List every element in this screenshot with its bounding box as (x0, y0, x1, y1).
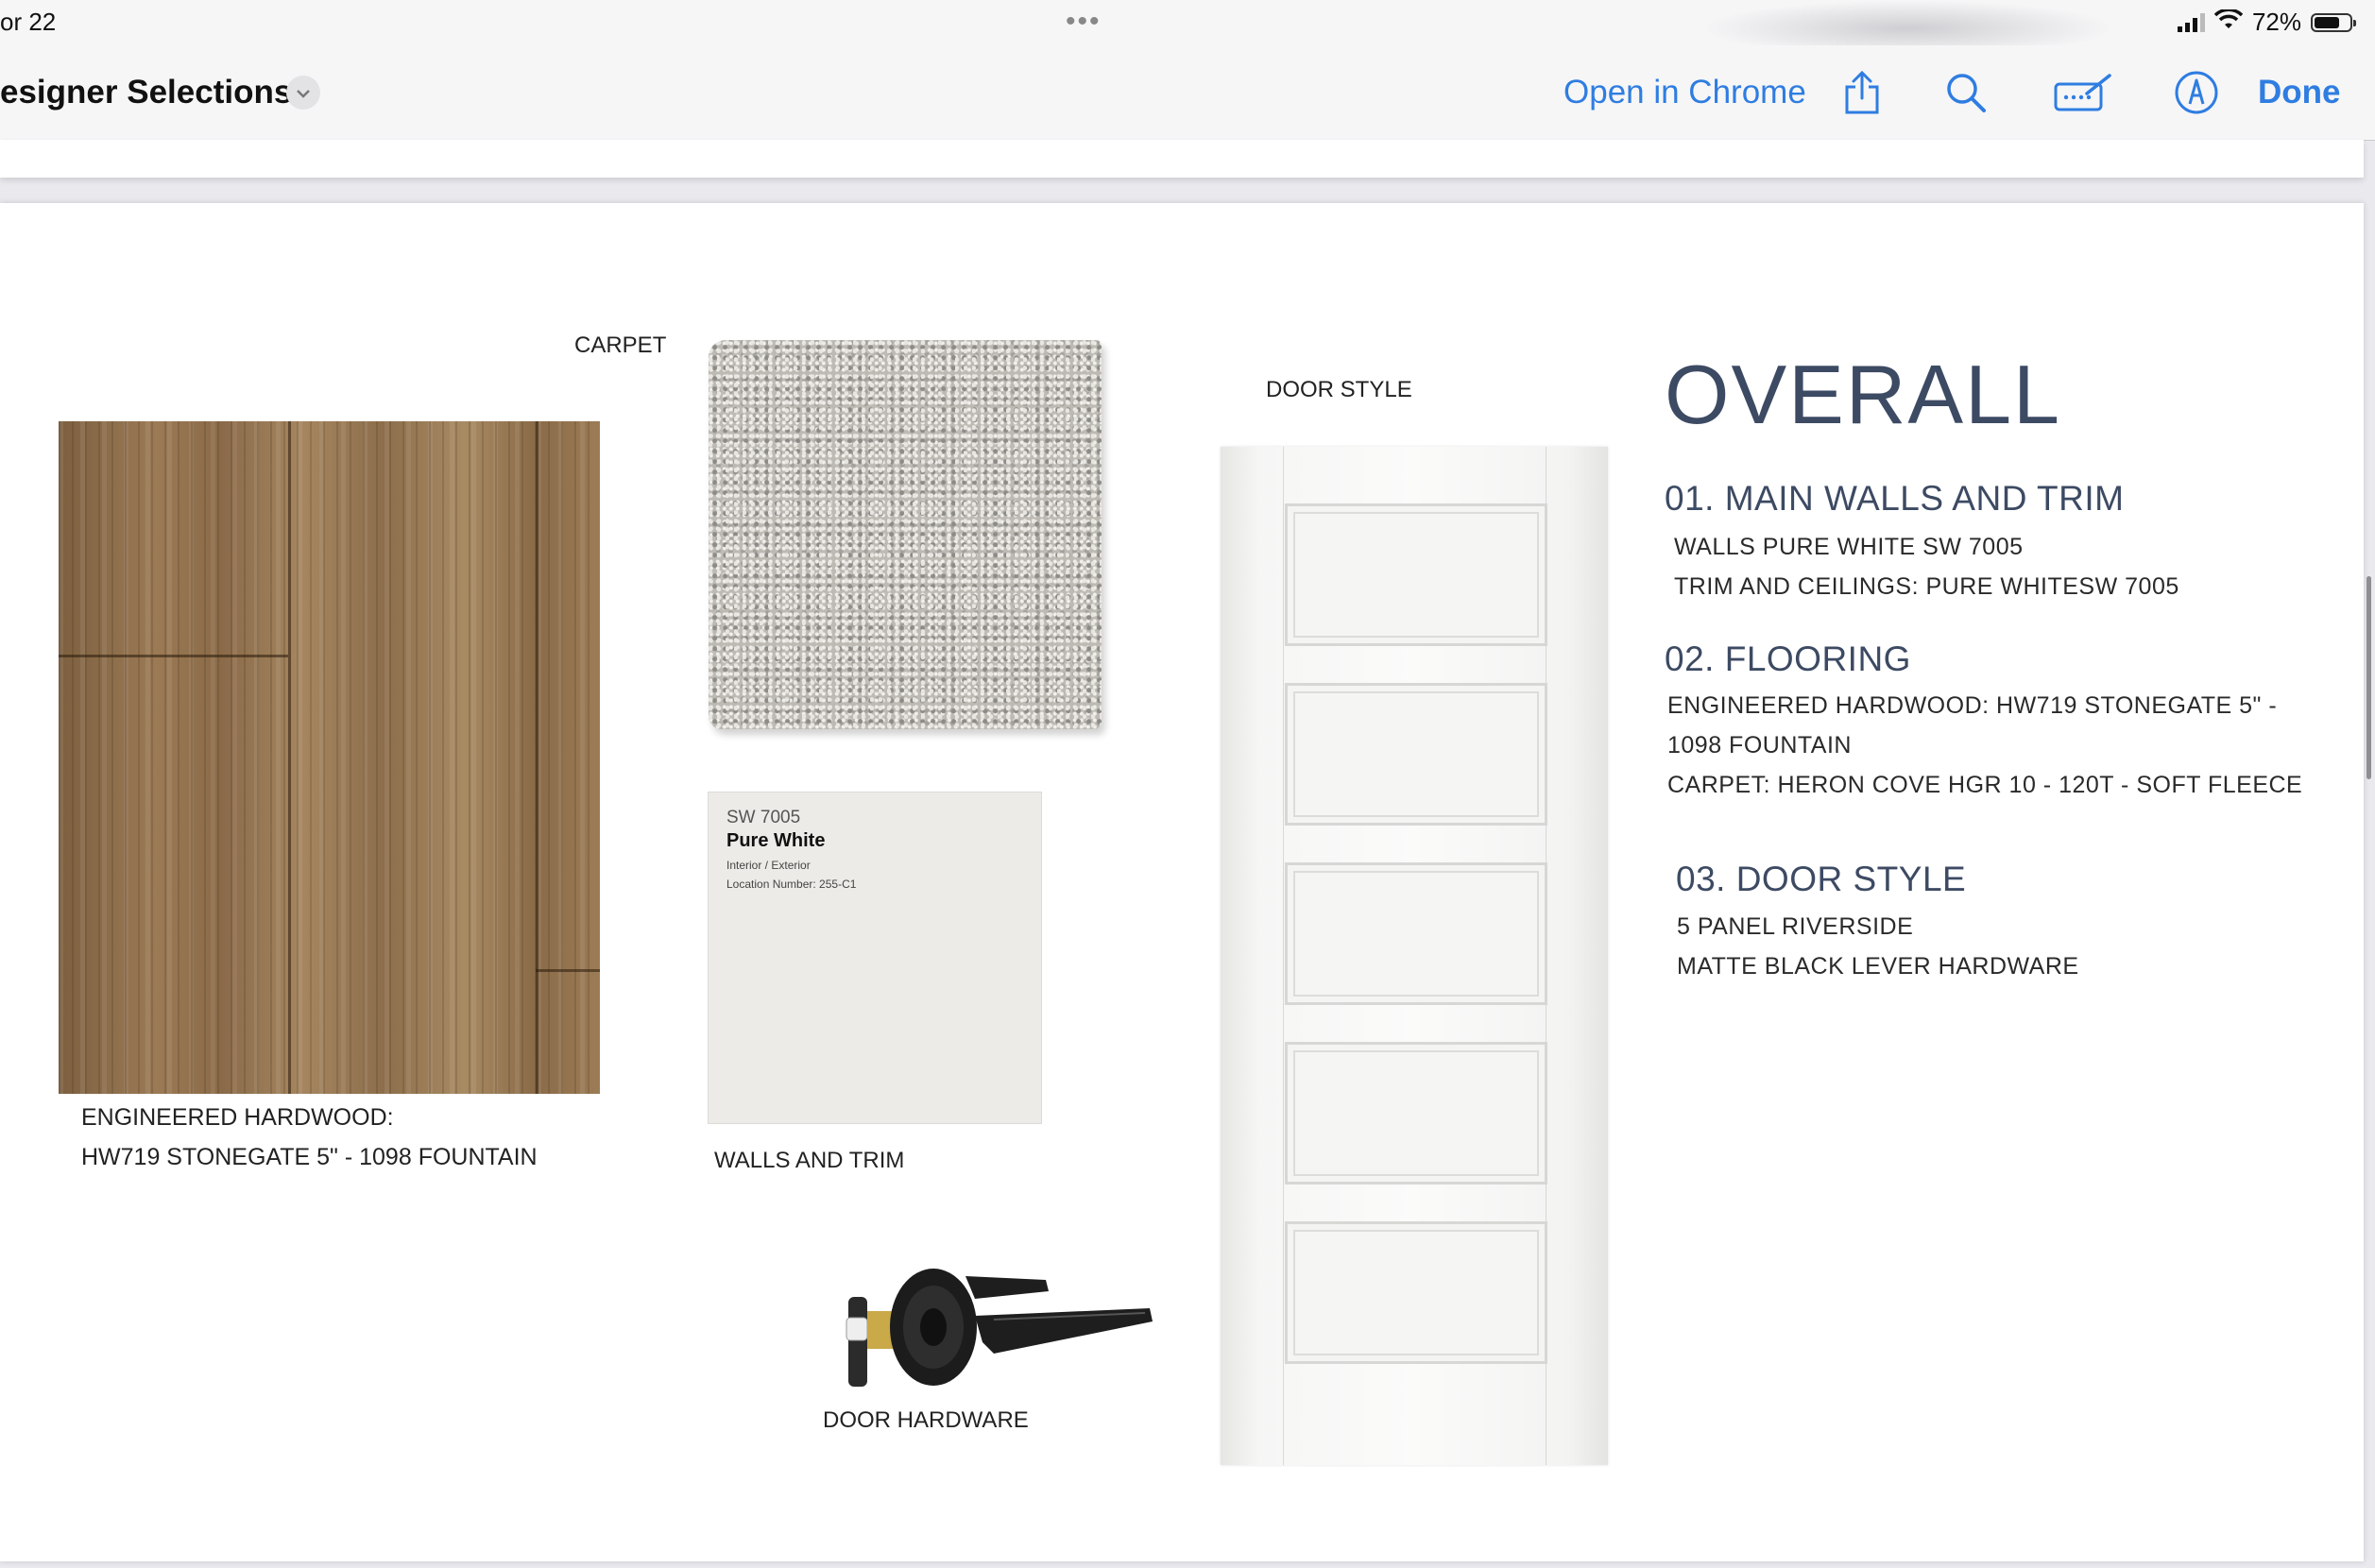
overall-heading: OVERALL (1665, 348, 2061, 441)
hardwood-caption-line-2: HW719 STONEGATE 5" - 1098 FOUNTAIN (81, 1144, 538, 1170)
paint-chip-line-1: Interior / Exterior (726, 859, 811, 872)
door-sample-image (1221, 447, 1608, 1465)
walls-and-trim-label: WALLS AND TRIM (714, 1148, 905, 1173)
search-icon[interactable] (1939, 66, 1992, 119)
paint-chip-name: Pure White (726, 830, 826, 851)
multitasking-dots[interactable]: ••• (1066, 6, 1102, 38)
markup-keyboard-icon[interactable] (2052, 66, 2114, 119)
cellular-signal-icon (2177, 12, 2205, 32)
paint-chip: SW 7005 Pure White Interior / Exterior L… (708, 792, 1042, 1124)
door-lever-image (843, 1259, 1154, 1396)
carpet-label: CARPET (574, 332, 667, 358)
battery-percent: 72% (2251, 8, 2301, 36)
done-button[interactable]: Done (2258, 74, 2341, 111)
section-line: TRIM AND CEILINGS: PURE WHITESW 7005 (1674, 573, 2179, 600)
hardwood-sample-image (59, 421, 600, 1094)
status-time: or 22 (0, 8, 57, 36)
section-line: CARPET: HERON COVE HGR 10 - 120T - SOFT … (1667, 772, 2303, 798)
section-heading-door-style: 03. DOOR STYLE (1676, 860, 1967, 898)
status-indicators: 72% (2177, 8, 2356, 37)
carpet-sample-image (709, 340, 1102, 729)
share-icon[interactable] (1836, 66, 1888, 119)
hardwood-caption: ENGINEERED HARDWOOD: HW719 STONEGATE 5" … (81, 1098, 538, 1177)
document-page: ENGINEERED HARDWOOD: HW719 STONEGATE 5" … (0, 203, 2364, 1561)
section-line: ENGINEERED HARDWOOD: HW719 STONEGATE 5" … (1667, 692, 2278, 719)
section-heading-flooring: 02. FLOORING (1665, 639, 1911, 678)
battery-icon (2311, 12, 2356, 32)
viewer-toolbar: esigner Selections Open in Chrome Done (0, 45, 2375, 141)
section-line: 5 PANEL RIVERSIDE (1677, 913, 1914, 940)
previous-page-edge (0, 140, 2364, 178)
section-line: WALLS PURE WHITE SW 7005 (1674, 534, 2024, 560)
door-style-label: DOOR STYLE (1266, 377, 1412, 402)
wifi-icon (2213, 8, 2244, 37)
open-in-chrome-button[interactable]: Open in Chrome (1563, 74, 1806, 111)
section-heading-walls: 01. MAIN WALLS AND TRIM (1665, 479, 2125, 518)
markup-pen-icon[interactable] (2170, 66, 2223, 119)
section-line: 1098 FOUNTAIN (1667, 732, 1852, 758)
door-hardware-label: DOOR HARDWARE (823, 1407, 1029, 1433)
paint-chip-line-2: Location Number: 255-C1 (726, 878, 857, 891)
document-title[interactable]: esigner Selections (0, 74, 292, 111)
paint-chip-number: SW 7005 (726, 808, 801, 827)
section-line: MATTE BLACK LEVER HARDWARE (1677, 953, 2079, 980)
hardwood-caption-line-1: ENGINEERED HARDWOOD: (81, 1104, 394, 1131)
status-bar: or 22 ••• 72% (0, 0, 2375, 57)
chevron-down-icon[interactable] (286, 76, 320, 110)
scrollbar-thumb[interactable] (2366, 576, 2371, 779)
